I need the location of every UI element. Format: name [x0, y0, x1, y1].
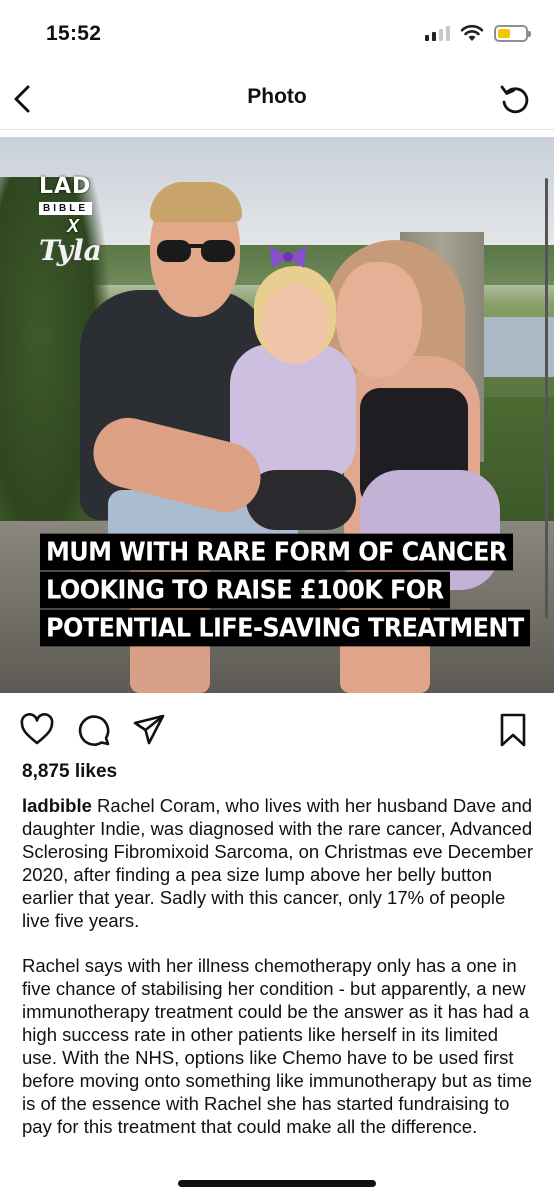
photo-hair-bow	[270, 246, 306, 268]
home-indicator	[178, 1180, 376, 1187]
likes-count[interactable]: 8,875 likes	[22, 761, 117, 783]
photo-child-legs	[246, 470, 356, 530]
cellular-signal-icon	[425, 25, 450, 41]
comment-icon[interactable]	[76, 712, 112, 748]
battery-fill	[498, 28, 510, 38]
photo-headline: MUM WITH RARE FORM OF CANCER LOOKING TO …	[40, 533, 530, 649]
headline-line: POTENTIAL LIFE-SAVING TREATMENT	[40, 609, 530, 647]
caption-username[interactable]: ladbible	[22, 795, 92, 816]
caption-text: Rachel Coram, who lives with her husband…	[22, 795, 533, 931]
caption-paragraph-2: Rachel says with her illness chemotherap…	[22, 955, 533, 1137]
battery-icon	[494, 24, 531, 42]
status-bar: 15:52	[0, 0, 554, 66]
page-title: Photo	[247, 85, 307, 108]
logo-bible-text: BIBLE	[39, 202, 92, 215]
ladbible-tyla-logo: LAD BIBLE X Tyla	[39, 176, 111, 266]
status-icons	[425, 24, 531, 42]
refresh-icon[interactable]	[498, 82, 532, 116]
photo-man-hair	[150, 182, 242, 222]
heart-icon[interactable]	[19, 712, 55, 748]
wifi-icon	[460, 24, 484, 41]
bookmark-icon[interactable]	[495, 712, 531, 748]
status-time: 15:52	[46, 22, 102, 45]
post-caption: ladbible Rachel Coram, who lives with he…	[22, 794, 537, 1160]
nav-bar: Photo	[0, 66, 554, 130]
photo-sunglasses	[157, 240, 235, 262]
post-actions	[0, 706, 554, 752]
caption-paragraph: ladbible Rachel Coram, who lives with he…	[22, 794, 537, 932]
send-icon[interactable]	[131, 712, 167, 748]
headline-line: MUM WITH RARE FORM OF CANCER	[40, 533, 513, 571]
headline-line: LOOKING TO RAISE £100K FOR	[40, 571, 450, 609]
logo-tyla-text: Tyla	[39, 234, 102, 267]
logo-lad-text: LAD	[39, 174, 92, 199]
photo-child-face	[262, 284, 328, 364]
scroll-indicator	[545, 178, 548, 618]
logo-x-text: X	[67, 216, 80, 236]
